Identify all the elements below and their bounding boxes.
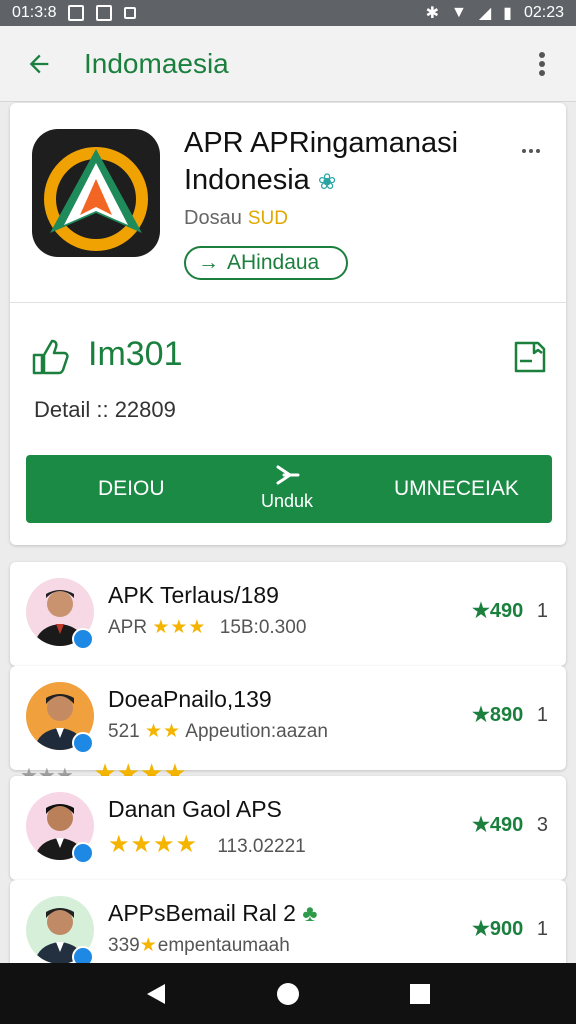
list-item-sub-text: 113.02221 xyxy=(217,836,306,857)
verified-badge-icon xyxy=(72,628,94,650)
list-item-subtitle: 339★empentaumaah xyxy=(108,934,290,957)
verified-badge-icon xyxy=(72,842,94,864)
rating-stars-icon: ★★★ xyxy=(152,617,207,638)
action-right-button[interactable]: UMNECEIAK xyxy=(394,477,519,501)
list-item-subtitle: 521 ★★ Appeution:aazan xyxy=(108,720,328,743)
list-item-title: APPsBemail Ral 2 ♣ xyxy=(108,900,317,927)
list-item[interactable]: DoeaPnailo,139 521 ★★ Appeution:aazan ★8… xyxy=(10,666,566,770)
battery-icon: ▮ xyxy=(503,5,512,22)
list-item[interactable]: Danan Gaol APS ★★★★ 113.02221 ★490 3 xyxy=(10,776,566,880)
list-item-title: Danan Gaol APS xyxy=(108,796,282,822)
rating-stars-icon: ★★★★ xyxy=(108,831,199,858)
thumbs-up-icon[interactable] xyxy=(30,337,70,377)
list-item-sub-prefix: 521 xyxy=(108,721,140,742)
app-logo-icon[interactable] xyxy=(32,129,160,257)
overflow-menu-button[interactable] xyxy=(518,40,566,88)
document-icon[interactable] xyxy=(510,337,550,377)
square-recents-icon xyxy=(410,983,430,1004)
list-item-subtitle: APR ★★★ 15B:0.300 xyxy=(108,616,306,639)
install-button[interactable]: → AHindaua xyxy=(184,246,348,280)
list-item-score: ★890 1 xyxy=(472,702,548,727)
image-notification-icon xyxy=(68,5,85,21)
download-icon xyxy=(276,465,300,485)
dot-icon xyxy=(536,149,540,153)
developer-line: Dosau SUD xyxy=(184,207,288,230)
app-detail-card: APR APRingamanasi Indonesia ❀ Dosau SUD →… xyxy=(10,103,566,545)
bluetooth-icon: ✱ xyxy=(425,5,439,22)
status-right: ✱ ▼ ◢ ▮ 02:23 xyxy=(426,3,564,23)
score-trail: 3 xyxy=(536,814,548,836)
plant-icon: ♣ xyxy=(302,900,318,926)
list-item-title-text: APPsBemail Ral 2 xyxy=(108,900,296,926)
list-item-score: ★900 1 xyxy=(472,916,548,941)
status-time-right: 02:23 xyxy=(523,4,564,21)
app-notification-icon xyxy=(124,7,137,19)
score-value: ★490 xyxy=(472,600,524,622)
score-trail: 1 xyxy=(536,918,548,940)
list-item-score: ★490 3 xyxy=(472,812,548,837)
list-item-subtitle: ★★★★ 113.02221 xyxy=(108,830,306,859)
app-logo-graphic xyxy=(44,147,148,251)
arrow-right-icon: → xyxy=(198,251,219,274)
nav-recents-button[interactable] xyxy=(400,974,440,1014)
dot-icon xyxy=(522,149,526,153)
stat-value: Im301 xyxy=(88,335,183,373)
install-label: AHindaua xyxy=(227,251,320,274)
more-vert-icon xyxy=(539,51,545,76)
developer-name[interactable]: Dosau xyxy=(184,207,242,229)
rating-stars-icon: ★★ xyxy=(144,721,182,742)
back-button[interactable] xyxy=(12,37,66,91)
nav-back-button[interactable] xyxy=(136,974,176,1014)
hero-more-button[interactable] xyxy=(516,139,546,163)
score-trail: 1 xyxy=(536,704,548,726)
triangle-back-icon xyxy=(147,983,165,1004)
leaf-icon: ❀ xyxy=(317,169,337,194)
app-name-line1: APR APRingamanasi xyxy=(184,127,459,159)
app-name-line2: Indonesia ❀ xyxy=(184,162,514,200)
download-button[interactable]: Unduk xyxy=(252,463,322,512)
list-item-sub-prefix: 339 xyxy=(108,935,140,956)
wifi-icon: ▼ xyxy=(450,4,467,21)
status-left: 01:3:8 xyxy=(12,4,137,22)
signal-icon: ◢ xyxy=(478,5,492,22)
page-title: Indomaesia xyxy=(84,47,229,79)
detail-text: Detail :: 22809 xyxy=(34,397,176,422)
list-item-title: DoeaPnailo,139 xyxy=(108,686,272,712)
download-label: Unduk xyxy=(260,491,314,511)
status-time-left: 01:3:8 xyxy=(12,4,57,21)
list-item-sub-text: 15B:0.300 xyxy=(219,617,307,638)
list-item-sub-prefix: APR xyxy=(108,617,148,638)
list-item[interactable]: APK Terlaus/189 APR ★★★ 15B:0.300 ★490 1 xyxy=(10,562,566,666)
score-value: ★900 xyxy=(472,918,524,940)
app-bar: Indomaesia xyxy=(0,26,576,102)
app-header: APR APRingamanasi Indonesia ❀ Dosau SUD →… xyxy=(10,103,566,303)
circle-home-icon xyxy=(277,982,299,1005)
list-row: Danan Gaol APS ★★★★ 113.02221 ★490 3 xyxy=(10,776,566,880)
list-item-score: ★490 1 xyxy=(472,598,548,623)
score-trail: 1 xyxy=(536,600,548,622)
status-bar: 01:3:8 ✱ ▼ ◢ ▮ 02:23 xyxy=(0,0,576,26)
list-row: APK Terlaus/189 APR ★★★ 15B:0.300 ★490 1 xyxy=(10,562,566,666)
system-nav-bar xyxy=(0,963,576,1024)
gallery-notification-icon xyxy=(96,5,113,21)
app-name: APR APRingamanasi Indonesia ❀ xyxy=(184,125,514,200)
list-row: DoeaPnailo,139 521 ★★ Appeution:aazan ★8… xyxy=(10,666,566,770)
dot-icon xyxy=(529,149,533,153)
list-item-sub-text: Appeution:aazan xyxy=(185,721,328,742)
app-name-line2-text: Indonesia xyxy=(184,164,310,196)
action-left-button[interactable]: DEIOU xyxy=(98,477,165,501)
nav-home-button[interactable] xyxy=(268,974,308,1014)
score-value: ★890 xyxy=(472,704,524,726)
list-item-sub-text: empentaumaah xyxy=(157,935,290,956)
developer-badge: SUD xyxy=(247,208,288,229)
rating-stars-icon: ★ xyxy=(139,935,158,956)
action-bar: DEIOU Unduk UMNECEIAK xyxy=(26,455,552,523)
score-value: ★490 xyxy=(472,814,524,836)
verified-badge-icon xyxy=(72,732,94,754)
list-item-title: APK Terlaus/189 xyxy=(108,582,279,608)
stat-row: Im301 xyxy=(10,327,566,387)
arrow-left-icon xyxy=(29,54,49,73)
